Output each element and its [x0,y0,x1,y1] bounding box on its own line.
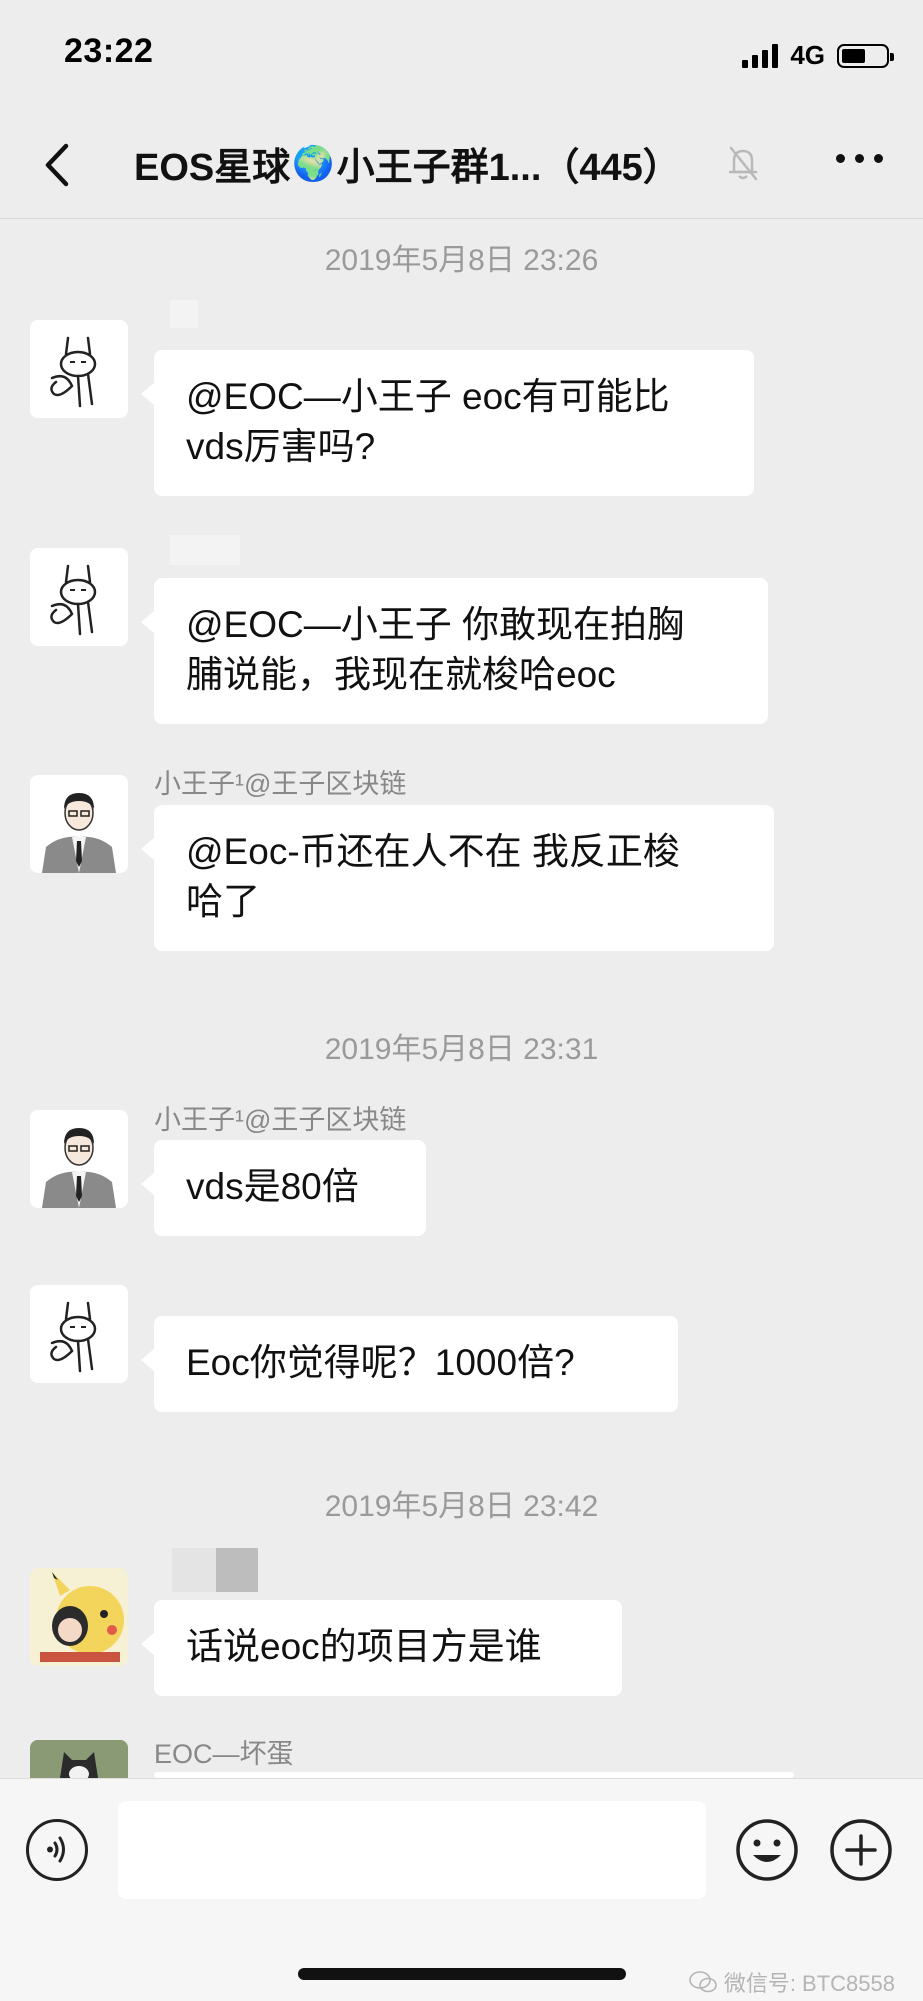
sender-name: 小王子¹@王子区块链 [154,769,407,799]
watermark-text: 微信号: BTC8558 [723,1971,895,1996]
battery-icon [837,43,894,68]
message-text-line: @Eoc-币还在人不在 我反正梭 [186,831,680,872]
avatar[interactable] [30,775,128,873]
message-bubble[interactable]: @Eoc-币还在人不在 我反正梭 哈了 [141,805,774,951]
voice-button[interactable] [26,1819,88,1881]
voice-icon [47,1836,65,1863]
avatar[interactable] [30,1285,128,1383]
more-button[interactable] [836,154,883,163]
man-suit-avatar-icon [30,1110,128,1208]
message-timestamp: 2019年5月8日 23:31 [324,1033,599,1066]
home-indicator[interactable] [298,1968,626,1980]
man-suit-avatar-icon [30,775,128,873]
message-bubble[interactable]: @EOC—小王子 eoc有可能比 vds厉害吗? [141,350,754,496]
network-type: 4G [790,40,825,70]
wechat-icon [689,1971,717,1993]
message-text-line: 话说eoc的项目方是谁 [186,1626,542,1667]
chat-title-prefix: EOS星球 [134,147,291,189]
chat-title: EOS星球 🌍 小王子群1...（445） [134,136,681,191]
chat-header: EOS星球 🌍 小王子群1...（445） [0,110,923,219]
message-timestamp: 2019年5月8日 23:42 [324,1490,599,1523]
avatar[interactable] [30,548,128,646]
message-text-line: 哈了 [186,881,260,922]
signal-icon [742,43,779,68]
rabbit-avatar-icon [30,548,128,646]
message-bubble[interactable]: @EOC—小王子 你敢现在拍胸 脯说能，我现在就梭哈eoc [141,578,768,724]
blurred-sender-name [172,1548,216,1592]
more-dots-icon [836,154,845,163]
avatar[interactable] [30,320,128,418]
message-text-line: vds厉害吗? [186,426,376,467]
pikachu-avatar-icon [30,1568,128,1666]
message-bubble[interactable]: Eoc你觉得呢？1000倍? [141,1316,678,1412]
sender-name: EOC—坏蛋 [154,1739,294,1769]
blurred-sender-name [216,1548,258,1592]
status-bar: 23:22 4G [0,0,923,110]
emoji-button[interactable] [734,1817,800,1883]
back-button[interactable] [38,140,78,190]
avatar[interactable] [30,1568,128,1666]
status-time: 23:22 [64,32,154,70]
blurred-sender-name [170,300,198,328]
chevron-left-icon [45,143,69,187]
avatar[interactable] [30,1110,128,1208]
rabbit-avatar-icon [30,320,128,418]
emoji-icon [736,1819,798,1881]
status-indicators: 4G [742,40,894,71]
message-text-line: @EOC—小王子 eoc有可能比 [186,376,670,417]
bell-off-icon [728,146,758,181]
more-functions-button[interactable] [828,1817,894,1883]
globe-emoji: 🌍 [292,144,335,183]
message-text-line: vds是80倍 [186,1166,359,1207]
dog-avatar-icon [30,1740,128,1778]
message-bubble[interactable]: 话说eoc的项目方是谁 [141,1600,622,1696]
avatar[interactable] [30,1740,128,1778]
wechat-watermark: 微信号: BTC8558 [688,1966,895,1998]
blurred-sender-name [170,535,240,565]
message-text-line: @EOC—小王子 你敢现在拍胸 [186,604,685,645]
message-bubble[interactable]: vds是80倍 [141,1140,426,1236]
message-timestamp: 2019年5月8日 23:26 [324,244,599,277]
rabbit-avatar-icon [30,1285,128,1383]
chat-title-suffix: 小王子群1...（445） [336,147,681,189]
plus-icon [830,1819,892,1881]
message-text-line: Eoc你觉得呢？1000倍? [186,1342,575,1383]
sender-name: 小王子¹@王子区块链 [154,1105,407,1135]
message-input[interactable] [118,1801,706,1899]
message-text-line: 脯说能，我现在就梭哈eoc [186,654,616,695]
